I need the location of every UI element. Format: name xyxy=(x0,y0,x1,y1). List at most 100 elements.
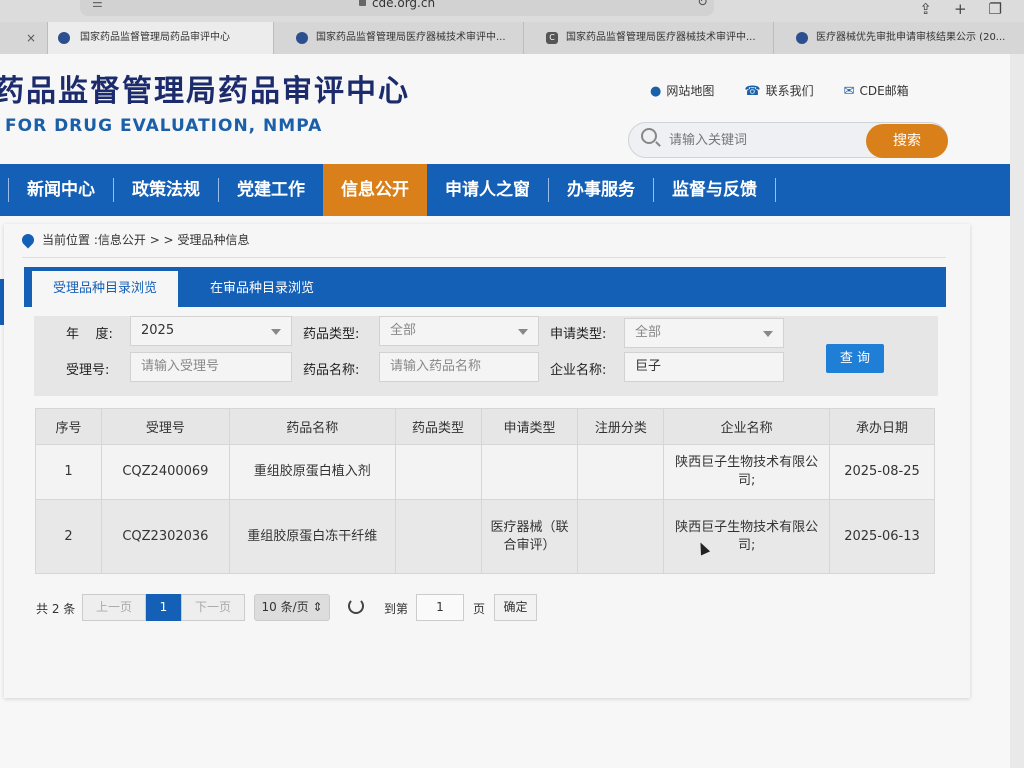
apply-type-label: 申请类型: xyxy=(550,327,607,342)
col-header-reg-class: 注册分类 xyxy=(577,408,665,445)
sitemap-link[interactable]: ● 网站地图 xyxy=(650,82,714,99)
breadcrumb-prefix: 当前位置 : xyxy=(42,233,98,247)
year-label: 年 度: xyxy=(66,327,113,342)
query-button[interactable]: 查 询 xyxy=(826,344,884,373)
company-label: 企业名称: xyxy=(550,363,607,378)
browser-tab-2[interactable]: 国家药品监督管理局医疗器械技术审评中... xyxy=(274,22,524,54)
chevron-down-icon xyxy=(271,329,281,335)
phone-icon: ☎ xyxy=(744,84,761,99)
col-header-apply-type: 申请类型 xyxy=(480,408,579,445)
mail-icon: ✉ xyxy=(843,84,855,99)
page-menu-icon[interactable]: ☰ xyxy=(92,0,103,14)
site-subtitle: FOR DRUG EVALUATION, NMPA xyxy=(5,116,323,136)
tab-overview-icon[interactable]: ❐ xyxy=(989,0,1002,18)
tab-accepted-catalog[interactable]: 受理品种目录浏览 xyxy=(32,271,178,307)
col-header-no: 序号 xyxy=(35,408,102,445)
breadcrumb-separator: > > xyxy=(145,232,178,247)
location-pin-icon xyxy=(19,231,37,248)
cell-no: 2 xyxy=(35,499,102,574)
browser-tab-label: 国家药品监督管理局医疗器械技术审评中... xyxy=(316,32,506,43)
confirm-button[interactable]: 确定 xyxy=(494,594,537,621)
cell-accept-no: CQZ2400069 xyxy=(100,444,230,500)
top-links: ● 网站地图 ☎ 联系我们 ✉ CDE邮箱 xyxy=(650,82,909,99)
breadcrumb-divider xyxy=(22,257,946,258)
cell-apply-type xyxy=(480,444,579,500)
c-favicon-icon: C xyxy=(546,32,558,44)
refresh-icon[interactable] xyxy=(348,598,364,614)
main-nav: 新闻中心 政策法规 党建工作 信息公开 申请人之窗 办事服务 监督与反馈 xyxy=(0,164,1010,216)
close-tab-icon[interactable]: × xyxy=(26,22,36,54)
year-select[interactable]: 2025 xyxy=(130,316,292,346)
goto-page-input[interactable]: 1 xyxy=(416,594,464,621)
new-tab-icon[interactable]: + xyxy=(954,0,967,18)
chevron-down-icon xyxy=(763,331,773,337)
pagination: 共 2 条 上一页 1 下一页 10 条/页 ⇕ 到第 1 页 确定 xyxy=(36,594,556,622)
site-title: 药品监督管理局药品审评中心 xyxy=(0,74,410,109)
share-icon[interactable]: ⇪ xyxy=(919,0,932,18)
total-count: 共 2 条 xyxy=(36,602,76,616)
search-input[interactable] xyxy=(669,129,859,151)
browser-tab-1[interactable]: 国家药品监督管理局药品审评中心 xyxy=(48,22,274,54)
contact-link[interactable]: ☎ 联系我们 xyxy=(744,82,813,99)
drug-type-label: 药品类型: xyxy=(303,327,360,342)
browser-tab-label: 国家药品监督管理局医疗器械技术审评中... xyxy=(566,32,756,43)
table-header-row: 序号 受理号 药品名称 药品类型 申请类型 注册分类 企业名称 承办日期 xyxy=(35,408,935,445)
year-value: 2025 xyxy=(141,323,175,338)
browser-tab-4[interactable]: 医疗器械优先审批申请审核结果公示 (20... xyxy=(774,22,1024,54)
cell-drug-type xyxy=(394,499,482,574)
mail-link[interactable]: ✉ CDE邮箱 xyxy=(844,82,909,99)
page-unit-label: 页 xyxy=(473,602,486,616)
select-arrows-icon: ⇕ xyxy=(312,600,323,614)
nav-item-applicant[interactable]: 申请人之窗 xyxy=(427,164,548,216)
breadcrumb-link-info-public[interactable]: 信息公开 xyxy=(98,231,146,248)
tab-under-review-catalog[interactable]: 在审品种目录浏览 xyxy=(202,271,322,307)
company-input[interactable]: 巨子 xyxy=(624,352,784,382)
url-text: cde.org.cn xyxy=(371,0,436,10)
cell-accept-no: CQZ2302036 xyxy=(100,499,230,574)
cell-date: 2025-08-25 xyxy=(829,444,935,500)
nav-item-services[interactable]: 办事服务 xyxy=(549,164,653,216)
contact-label: 联系我们 xyxy=(765,84,814,98)
nav-item-news[interactable]: 新闻中心 xyxy=(9,164,113,216)
goto-label: 到第 xyxy=(384,602,409,616)
sitemap-label: 网站地图 xyxy=(666,84,715,98)
page-size-select[interactable]: 10 条/页 ⇕ xyxy=(254,594,330,621)
nav-item-info-public[interactable]: 信息公开 xyxy=(323,164,427,216)
browser-tab-closed[interactable]: × xyxy=(0,22,48,54)
address-bar[interactable]: ☰ cde.org.cn ↻ xyxy=(80,0,714,16)
cell-reg-class xyxy=(577,499,665,574)
prev-page-button[interactable]: 上一页 xyxy=(82,594,146,621)
search-icon xyxy=(641,128,657,144)
browser-tab-3[interactable]: C 国家药品监督管理局医疗器械技术审评中... xyxy=(524,22,774,54)
nav-item-supervision[interactable]: 监督与反馈 xyxy=(654,164,775,216)
reload-icon[interactable]: ↻ xyxy=(697,0,708,14)
nav-item-party[interactable]: 党建工作 xyxy=(219,164,323,216)
browser-tab-label: 国家药品监督管理局药品审评中心 xyxy=(80,32,230,43)
cell-apply-type: 医疗器械（联合审评） xyxy=(480,499,579,574)
next-page-button[interactable]: 下一页 xyxy=(181,594,245,621)
map-pin-icon: ● xyxy=(650,84,662,99)
apply-type-select[interactable]: 全部 xyxy=(624,318,784,348)
drug-name-input[interactable]: 请输入药品名称 xyxy=(379,352,539,382)
nmpa-favicon-icon xyxy=(296,32,308,44)
table-row[interactable]: 2 CQZ2302036 重组胶原蛋白冻干纤维 医疗器械（联合审评） 陕西巨子生… xyxy=(35,499,935,574)
col-header-accept-no: 受理号 xyxy=(100,408,230,445)
table-row[interactable]: 1 CQZ2400069 重组胶原蛋白植入剂 陕西巨子生物技术有限公司; 202… xyxy=(35,444,935,500)
cell-drug-type xyxy=(394,444,482,500)
chevron-down-icon xyxy=(518,329,528,335)
col-header-company: 企业名称 xyxy=(663,408,831,445)
cell-company: 陕西巨子生物技术有限公司; xyxy=(663,499,831,574)
cell-drug-name: 重组胶原蛋白植入剂 xyxy=(228,444,396,500)
nav-divider xyxy=(775,178,776,202)
accept-no-input[interactable]: 请输入受理号 xyxy=(130,352,292,382)
browser-actions: ⇪ + ❐ xyxy=(919,0,1002,18)
col-header-drug-name: 药品名称 xyxy=(228,408,396,445)
page-1-button[interactable]: 1 xyxy=(146,594,181,621)
drug-type-select[interactable]: 全部 xyxy=(379,316,539,346)
col-header-drug-type: 药品类型 xyxy=(394,408,482,445)
cell-reg-class xyxy=(577,444,665,500)
content-tab-bar: 受理品种目录浏览 在审品种目录浏览 xyxy=(24,267,946,307)
cell-date: 2025-06-13 xyxy=(829,499,935,574)
search-button[interactable]: 搜索 xyxy=(866,124,948,158)
nav-item-policy[interactable]: 政策法规 xyxy=(114,164,218,216)
